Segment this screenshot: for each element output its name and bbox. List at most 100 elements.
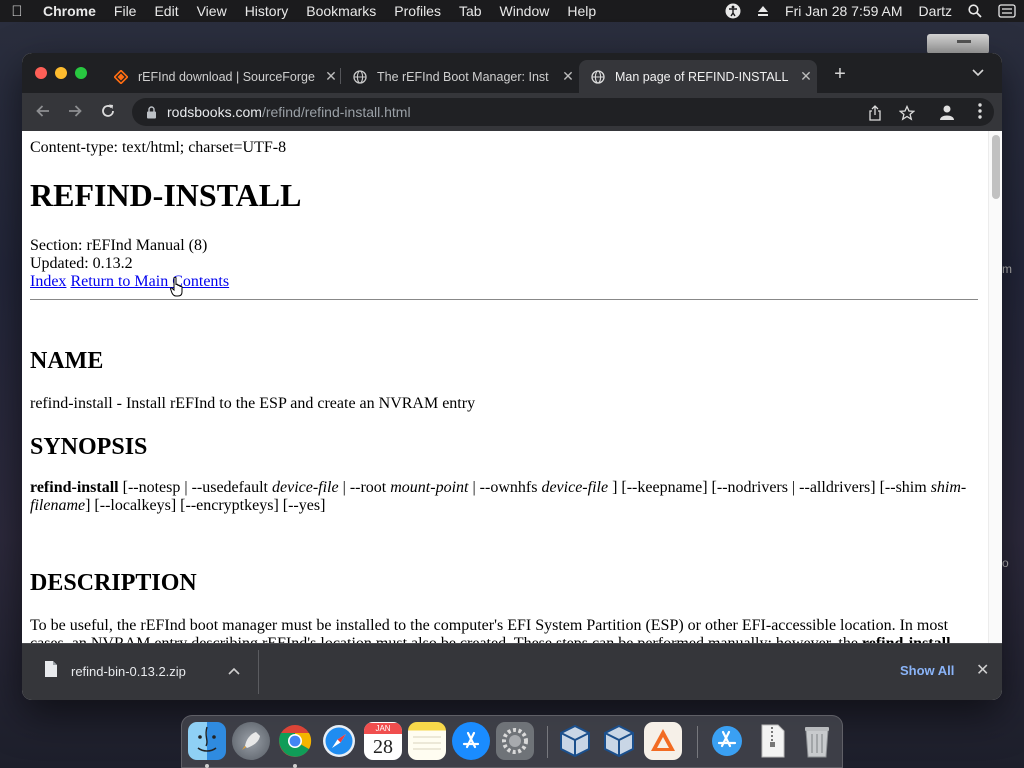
lock-icon[interactable] xyxy=(144,105,158,119)
notes-icon[interactable] xyxy=(408,722,446,760)
browser-toolbar: rodsbooks.com/refind/refind-install.html xyxy=(22,93,1002,131)
description-command: refind-install xyxy=(862,635,951,643)
system-preferences-icon[interactable] xyxy=(496,722,534,760)
section-line: Section: rEFInd Manual (8) xyxy=(30,237,208,254)
eject-icon[interactable] xyxy=(749,5,777,17)
tab-close-icon[interactable]: ✕ xyxy=(320,68,342,85)
share-icon[interactable] xyxy=(867,105,883,121)
calendar-day: 28 xyxy=(373,735,393,758)
menu-history[interactable]: History xyxy=(236,3,298,19)
synopsis-part: device-file xyxy=(271,479,339,496)
page-title: REFIND-INSTALL xyxy=(30,177,302,213)
download-divider xyxy=(258,650,259,694)
page-scrollbar[interactable] xyxy=(988,131,1002,643)
menu-window[interactable]: Window xyxy=(491,3,559,19)
tab-close-icon[interactable]: ✕ xyxy=(795,68,817,85)
name-text: refind-install - Install rEFInd to the E… xyxy=(30,395,476,412)
finder-icon[interactable] xyxy=(188,722,226,760)
menu-tab[interactable]: Tab xyxy=(450,3,491,19)
return-main-contents-link[interactable]: Return to Main Contents xyxy=(70,273,229,290)
tab-sourceforge[interactable]: rEFInd download | SourceForge ✕ xyxy=(102,60,342,93)
menubar-status-area: Fri Jan 28 7:59 AM Dartz xyxy=(717,3,1024,19)
control-center-icon[interactable] xyxy=(990,4,1024,18)
menubar-user[interactable]: Dartz xyxy=(911,3,960,19)
synopsis-part: | --root xyxy=(338,479,391,496)
new-tab-icon[interactable]: + xyxy=(830,63,850,86)
tab-title: Man page of REFIND-INSTALL xyxy=(615,69,789,84)
tab-title: rEFInd download | SourceForge xyxy=(138,69,315,84)
chevron-up-icon[interactable] xyxy=(228,664,240,678)
virtualbox-vm-icon[interactable] xyxy=(600,722,638,760)
hand-cursor-icon xyxy=(170,277,183,297)
menu-view[interactable]: View xyxy=(188,3,236,19)
app-store-icon[interactable] xyxy=(452,722,490,760)
running-indicator xyxy=(205,764,209,768)
tab-search-chevron-icon[interactable] xyxy=(972,66,984,80)
address-bar[interactable]: rodsbooks.com/refind/refind-install.html xyxy=(132,98,994,126)
tab-strip: rEFInd download | SourceForge ✕ The rEFI… xyxy=(22,53,1002,93)
download-bar: refind-bin-0.13.2.zip Show All ✕ xyxy=(22,643,1002,700)
calendar-month: JAN xyxy=(364,722,402,734)
reload-icon[interactable] xyxy=(99,103,117,121)
editor-app-icon[interactable] xyxy=(644,722,682,760)
menubar-clock[interactable]: Fri Jan 28 7:59 AM xyxy=(777,3,911,19)
page-content: Content-type: text/html; charset=UTF-8 R… xyxy=(22,131,1002,643)
bookmark-star-icon[interactable] xyxy=(898,104,916,121)
scrollbar-thumb[interactable] xyxy=(992,135,1000,199)
calendar-icon[interactable]: JAN 28 xyxy=(364,722,402,760)
url-host: rodsbooks.com xyxy=(167,104,262,120)
forward-arrow-icon[interactable] xyxy=(66,103,84,121)
description-text: To be useful, the rEFInd boot manager mu… xyxy=(30,617,978,643)
applications-folder-icon[interactable] xyxy=(708,722,746,760)
spotlight-search-icon[interactable] xyxy=(960,4,990,18)
virtualbox-icon[interactable] xyxy=(556,722,594,760)
menu-bookmarks[interactable]: Bookmarks xyxy=(297,3,385,19)
menu-file[interactable]: File xyxy=(105,3,146,19)
name-heading: NAME xyxy=(30,348,104,374)
archive-file-icon[interactable] xyxy=(754,722,792,760)
chrome-icon[interactable] xyxy=(276,722,314,760)
description-body: To be useful, the rEFInd boot manager mu… xyxy=(30,617,949,643)
menu-app-name[interactable]: Chrome xyxy=(34,3,105,19)
download-item[interactable]: refind-bin-0.13.2.zip xyxy=(71,664,186,679)
tab-close-icon[interactable]: ✕ xyxy=(557,68,579,85)
tab-man-page[interactable]: Man page of REFIND-INSTALL ✕ xyxy=(579,60,817,93)
synopsis-part: mount-point xyxy=(390,479,469,496)
safari-icon[interactable] xyxy=(320,722,358,760)
window-close-button[interactable] xyxy=(35,67,47,79)
updated-line: Updated: 0.13.2 xyxy=(30,255,133,272)
synopsis-command: refind-install xyxy=(30,479,119,496)
synopsis-part: [--notesp | --usedefault xyxy=(118,479,272,496)
tab-refind-boot-manager[interactable]: The rEFInd Boot Manager: Inst ✕ xyxy=(341,60,579,93)
close-download-bar-icon[interactable]: ✕ xyxy=(976,660,989,680)
running-indicator xyxy=(293,764,297,768)
profile-avatar-icon[interactable] xyxy=(938,103,956,121)
index-link[interactable]: Index xyxy=(30,273,66,290)
launchpad-icon[interactable] xyxy=(232,722,270,760)
menu-profiles[interactable]: Profiles xyxy=(385,3,450,19)
window-zoom-button[interactable] xyxy=(75,67,87,79)
synopsis-text: refind-install [--notesp | --usedefault … xyxy=(30,479,978,515)
file-icon xyxy=(44,660,58,678)
accessibility-icon[interactable] xyxy=(717,3,749,19)
desktop-edge-text: m xyxy=(1002,262,1012,276)
synopsis-heading: SYNOPSIS xyxy=(30,434,148,460)
more-menu-icon[interactable] xyxy=(971,103,989,121)
show-all-button[interactable]: Show All xyxy=(900,663,954,678)
external-drive-icon[interactable] xyxy=(927,34,989,54)
menu-edit[interactable]: Edit xyxy=(145,3,187,19)
synopsis-part: ] [--localkeys] [--encryptkeys] [--yes] xyxy=(85,497,326,514)
nav-links: Index Return to Main Contents xyxy=(30,273,229,291)
window-minimize-button[interactable] xyxy=(55,67,67,79)
sourceforge-favicon-icon xyxy=(114,69,128,84)
apple-menu-icon[interactable]:  xyxy=(0,3,34,20)
menu-help[interactable]: Help xyxy=(558,3,605,19)
url-text[interactable]: rodsbooks.com/refind/refind-install.html xyxy=(167,104,411,120)
synopsis-part: | --ownhfs xyxy=(468,479,542,496)
dock: JAN 28 xyxy=(181,715,843,768)
divider xyxy=(30,299,978,300)
url-path: /refind/refind-install.html xyxy=(261,104,411,120)
browser-window: rEFInd download | SourceForge ✕ The rEFI… xyxy=(22,53,1002,700)
trash-icon[interactable] xyxy=(798,722,836,760)
back-arrow-icon[interactable] xyxy=(34,103,52,121)
